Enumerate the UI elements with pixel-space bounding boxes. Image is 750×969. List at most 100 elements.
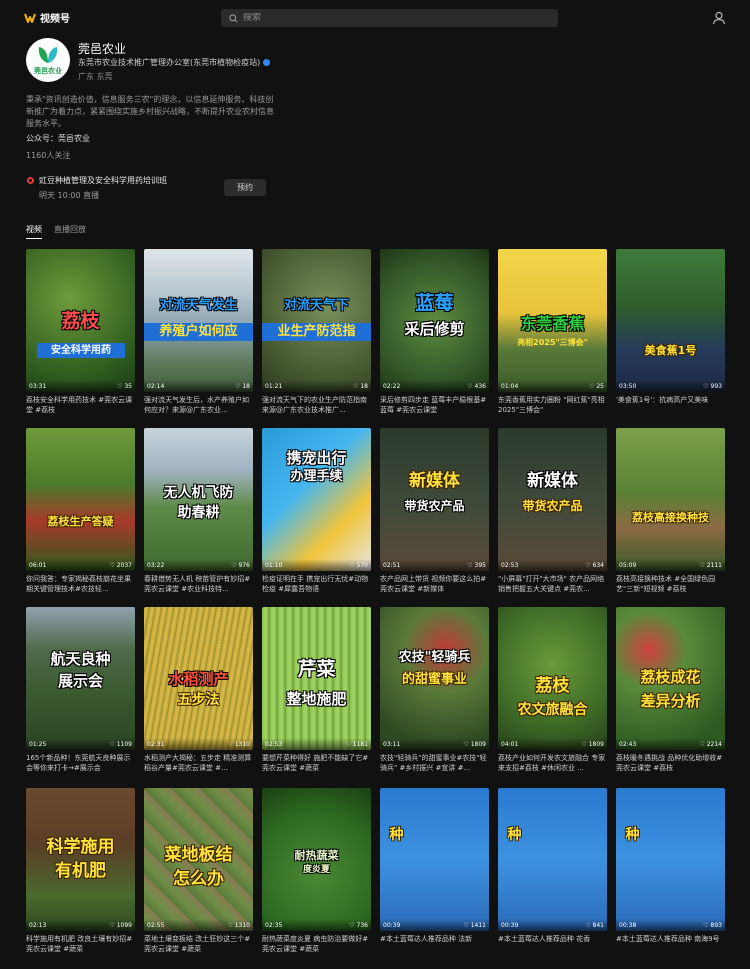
- video-caption[interactable]: 强对流天气发生后，水产养殖户如何应对？来源@广东农业...: [144, 395, 253, 415]
- video-caption[interactable]: 农产品网上带货 视频你要这么拍#莞农云课堂 #新媒体: [380, 574, 489, 594]
- video-thumbnail[interactable]: 对流天气发生 养殖户如何应 02:14 ♡ 18: [144, 249, 253, 392]
- video-caption[interactable]: 春耕借势无人机 秧苗管护有妙招#莞农云课堂 #农业科技特...: [144, 574, 253, 594]
- tab-videos[interactable]: 视频: [26, 224, 42, 239]
- video-thumbnail[interactable]: 科学施用 有机肥 02:13 ♡ 1099: [26, 788, 135, 931]
- video-caption[interactable]: 你问我答：专家揭秘荔枝崩花坐果期关键管理技术#农技轻...: [26, 574, 135, 594]
- video-caption[interactable]: '美食蕉1号'：抗病高产又美味: [616, 395, 725, 415]
- video-thumbnail[interactable]: 东莞香蕉 亮相2025"三博会" 01:04 ♡ 25: [498, 249, 607, 392]
- video-caption[interactable]: 农技"轻骑兵"的甜蜜事业#农技"轻骑兵" #乡村振兴 #宣讲 #...: [380, 753, 489, 773]
- video-caption[interactable]: 采后修剪四步走 蓝莓丰产稳根基#蓝莓 #莞农云课堂: [380, 395, 489, 415]
- thumb-title: 新媒体: [409, 471, 460, 491]
- official-account-link[interactable]: 公众号：莞邑农业: [26, 133, 90, 144]
- video-card[interactable]: 荔枝生产答疑 06:01 ♡ 2037 你问我答：专家揭秘荔枝崩花坐果期关键管理技术…: [26, 428, 135, 594]
- video-card[interactable]: 对流天气下 业生产防范指 01:21 ♡ 18 强对流天气下的农业生产防范指南 来源…: [262, 249, 371, 415]
- video-card[interactable]: 耐热蔬菜 度炎夏 02:35 ♡ 736 耐热蔬菜度炎夏 病虫防治要做好#莞农云课堂…: [262, 788, 371, 954]
- thumb-subtitle: 助春耕: [177, 505, 220, 521]
- heart-icon: ♡: [109, 561, 115, 569]
- search-bar[interactable]: [221, 9, 558, 27]
- video-thumbnail[interactable]: 荔枝生产答疑 06:01 ♡ 2037: [26, 428, 135, 571]
- search-input[interactable]: [243, 13, 543, 23]
- video-thumbnail[interactable]: 荔枝 安全科学用药 03:31 ♡ 35: [26, 249, 135, 392]
- video-thumbnail[interactable]: 种 00:38 ♡ 893: [616, 788, 725, 931]
- video-duration: 03:11: [383, 740, 401, 748]
- video-thumbnail[interactable]: 荔枝高接换种技 05:09 ♡ 2111: [616, 428, 725, 571]
- video-card[interactable]: 新媒体 带货农产品 02:51 ♡ 395 农产品网上带货 视频你要这么拍#莞农云课…: [380, 428, 489, 594]
- video-caption[interactable]: 水稻测产大揭秘：五步走 精准测算稻谷产量#莞农云课堂 #...: [144, 753, 253, 773]
- user-icon[interactable]: [712, 11, 726, 25]
- video-thumbnail[interactable]: 无人机飞防 助春耕 03:22 ♡ 976: [144, 428, 253, 571]
- video-caption[interactable]: 荔枝暖冬遇挑战 品种优化助增收#莞农云课堂 #荔枝: [616, 753, 725, 773]
- video-caption[interactable]: 菜地土壤变板结 改土狂妙这三个#莞农云课堂 #蔬菜: [144, 934, 253, 954]
- video-caption[interactable]: 耐热蔬菜度炎夏 病虫防治要做好#莞农云课堂 #蔬菜: [262, 934, 371, 954]
- video-meta: 06:01 ♡ 2037: [26, 559, 135, 571]
- video-thumbnail[interactable]: 蓝莓 采后修剪 02:22 ♡ 436: [380, 249, 489, 392]
- video-thumbnail[interactable]: 种 00:39 ♡ 1411: [380, 788, 489, 931]
- video-card[interactable]: 蓝莓 采后修剪 02:22 ♡ 436 采后修剪四步走 蓝莓丰产稳根基#蓝莓 #莞农…: [380, 249, 489, 415]
- thumb-subtitle: 办理手续: [290, 469, 343, 484]
- avatar[interactable]: 莞邑农业: [26, 38, 70, 82]
- thumb-subtitle: 的甜蜜事业: [401, 672, 467, 687]
- video-card[interactable]: 种 00:39 ♡ 841 #本土蓝莓达人推荐品种 花香: [498, 788, 607, 954]
- video-meta: 05:09 ♡ 2111: [616, 559, 725, 571]
- video-card[interactable]: 农技"轻骑兵 的甜蜜事业 03:11 ♡ 1809 农技"轻骑兵"的甜蜜事业#农技"…: [380, 607, 489, 773]
- video-caption[interactable]: 荔枝安全科学用药技术 #莞农云课堂 #荔枝: [26, 395, 135, 415]
- video-thumbnail[interactable]: 荔枝成花 差异分析 02:43 ♡ 2214: [616, 607, 725, 750]
- video-card[interactable]: 东莞香蕉 亮相2025"三博会" 01:04 ♡ 25 东莞香蕉用实力圈粉 "网红蕉…: [498, 249, 607, 415]
- video-card[interactable]: 荔枝成花 差异分析 02:43 ♡ 2214 荔枝暖冬遇挑战 品种优化助增收#莞农云…: [616, 607, 725, 773]
- video-thumbnail[interactable]: 对流天气下 业生产防范指 01:21 ♡ 18: [262, 249, 371, 392]
- video-card[interactable]: 科学施用 有机肥 02:13 ♡ 1099 科学施用有机肥 改良土壤有妙招#莞农云课…: [26, 788, 135, 954]
- video-caption[interactable]: 要想芹菜种得好 施肥不能缺了它#莞农云课堂 #蔬菜: [262, 753, 371, 773]
- video-meta: 03:11 ♡ 1809: [380, 738, 489, 750]
- video-card[interactable]: 种 00:38 ♡ 893 #本土蓝莓达人推荐品种 南海9号: [616, 788, 725, 954]
- video-thumbnail[interactable]: 荔枝 农文旅融合 04:01 ♡ 1809: [498, 607, 607, 750]
- video-caption[interactable]: 东莞香蕉用实力圈粉 "网红蕉"亮相2025"三博会": [498, 395, 607, 415]
- video-meta: 02:35 ♡ 736: [262, 919, 371, 931]
- video-card[interactable]: 菜地板结 怎么办 02:55 ♡ 1310 菜地土壤变板结 改土狂妙这三个#莞农云课…: [144, 788, 253, 954]
- video-thumbnail[interactable]: 新媒体 带货农产品 02:51 ♡ 395: [380, 428, 489, 571]
- heart-icon: ♡: [703, 921, 709, 929]
- video-caption[interactable]: #本土蓝莓达人推荐品种 法新: [380, 934, 489, 954]
- video-card[interactable]: 携宠出行 办理手续 01:10 ♡ 570 检疫证明在手 携宠出行无忧#动物检疫 #…: [262, 428, 371, 594]
- video-card[interactable]: 种 00:39 ♡ 1411 #本土蓝莓达人推荐品种 法新: [380, 788, 489, 954]
- video-thumbnail[interactable]: 耐热蔬菜 度炎夏 02:35 ♡ 736: [262, 788, 371, 931]
- video-card[interactable]: 芹菜 整地施肥 02:53 ♡ 1181 要想芹菜种得好 施肥不能缺了它#莞农云课堂…: [262, 607, 371, 773]
- live-title[interactable]: 豇豆种植管理及安全科学用药培训班: [39, 175, 167, 186]
- like-count: 35: [124, 382, 132, 390]
- video-caption[interactable]: 科学施用有机肥 改良土壤有妙招#莞农云课堂 #蔬菜: [26, 934, 135, 954]
- thumb-title: 芹菜: [297, 658, 336, 680]
- video-thumbnail[interactable]: 种 00:39 ♡ 841: [498, 788, 607, 931]
- video-caption[interactable]: #本土蓝莓达人推荐品种 花香: [498, 934, 607, 954]
- video-caption[interactable]: 165个新品种！东莞航天良种展示会等你来打卡→#展示会: [26, 753, 135, 773]
- video-card[interactable]: 荔枝高接换种技 05:09 ♡ 2111 荔枝高接换种技术 #全国绿色园艺"三新"短…: [616, 428, 725, 594]
- video-thumbnail[interactable]: 携宠出行 办理手续 01:10 ♡ 570: [262, 428, 371, 571]
- video-meta: 03:31 ♡ 35: [26, 380, 135, 392]
- video-card[interactable]: 对流天气发生 养殖户如何应 02:14 ♡ 18 强对流天气发生后，水产养殖户如何应…: [144, 249, 253, 415]
- app-logo[interactable]: 视频号: [24, 10, 70, 25]
- video-caption[interactable]: 荔枝高接换种技术 #全国绿色园艺"三新"短视频 #荔枝: [616, 574, 725, 594]
- video-caption[interactable]: 强对流天气下的农业生产防范指南 来源@广东农业技术推广...: [262, 395, 371, 415]
- video-meta: 00:38 ♡ 893: [616, 919, 725, 931]
- video-caption[interactable]: #本土蓝莓达人推荐品种 南海9号: [616, 934, 725, 954]
- video-thumbnail[interactable]: 菜地板结 怎么办 02:55 ♡ 1310: [144, 788, 253, 931]
- video-card[interactable]: 美食蕉1号 03:50 ♡ 993 '美食蕉1号'：抗病高产又美味: [616, 249, 725, 415]
- thumb-subtitle: 有机肥: [55, 861, 106, 881]
- video-card[interactable]: 荔枝 安全科学用药 03:31 ♡ 35 荔枝安全科学用药技术 #莞农云课堂 #荔枝: [26, 249, 135, 415]
- video-thumbnail[interactable]: 航天良种 展示会 01:25 ♡ 1109: [26, 607, 135, 750]
- video-card[interactable]: 航天良种 展示会 01:25 ♡ 1109 165个新品种！东莞航天良种展示会等你来…: [26, 607, 135, 773]
- video-thumbnail[interactable]: 水稻测产 五步法 02:31 ♡ 1310: [144, 607, 253, 750]
- video-thumbnail[interactable]: 芹菜 整地施肥 02:53 ♡ 1181: [262, 607, 371, 750]
- video-card[interactable]: 荔枝 农文旅融合 04:01 ♡ 1809 荔枝产业如何开发农文旅融合 专家来支招#…: [498, 607, 607, 773]
- video-thumbnail[interactable]: 新媒体 带货农产品 02:53 ♡ 634: [498, 428, 607, 571]
- video-card[interactable]: 无人机飞防 助春耕 03:22 ♡ 976 春耕借势无人机 秧苗管护有妙招#莞农云课…: [144, 428, 253, 594]
- video-card[interactable]: 水稻测产 五步法 02:31 ♡ 1310 水稻测产大揭秘：五步走 精准测算稻谷产量…: [144, 607, 253, 773]
- video-card[interactable]: 新媒体 带货农产品 02:53 ♡ 634 "小屏幕"打开"大市场" 农产品网络销售…: [498, 428, 607, 594]
- video-thumbnail[interactable]: 美食蕉1号 03:50 ♡ 993: [616, 249, 725, 392]
- video-caption[interactable]: 荔枝产业如何开发农文旅融合 专家来支招#荔枝 #休闲农业 ...: [498, 753, 607, 773]
- video-caption[interactable]: "小屏幕"打开"大市场" 农产品网络销售把握五大关键点 #莞农...: [498, 574, 607, 594]
- tab-live-replay[interactable]: 直播回放: [54, 224, 86, 239]
- video-caption[interactable]: 检疫证明在手 携宠出行无忧#动物检疫 #犀露吾物语: [262, 574, 371, 594]
- video-meta: 02:53 ♡ 1181: [262, 738, 371, 750]
- reserve-button[interactable]: 预约: [224, 179, 266, 196]
- video-thumbnail[interactable]: 农技"轻骑兵 的甜蜜事业 03:11 ♡ 1809: [380, 607, 489, 750]
- like-count: 841: [592, 921, 604, 929]
